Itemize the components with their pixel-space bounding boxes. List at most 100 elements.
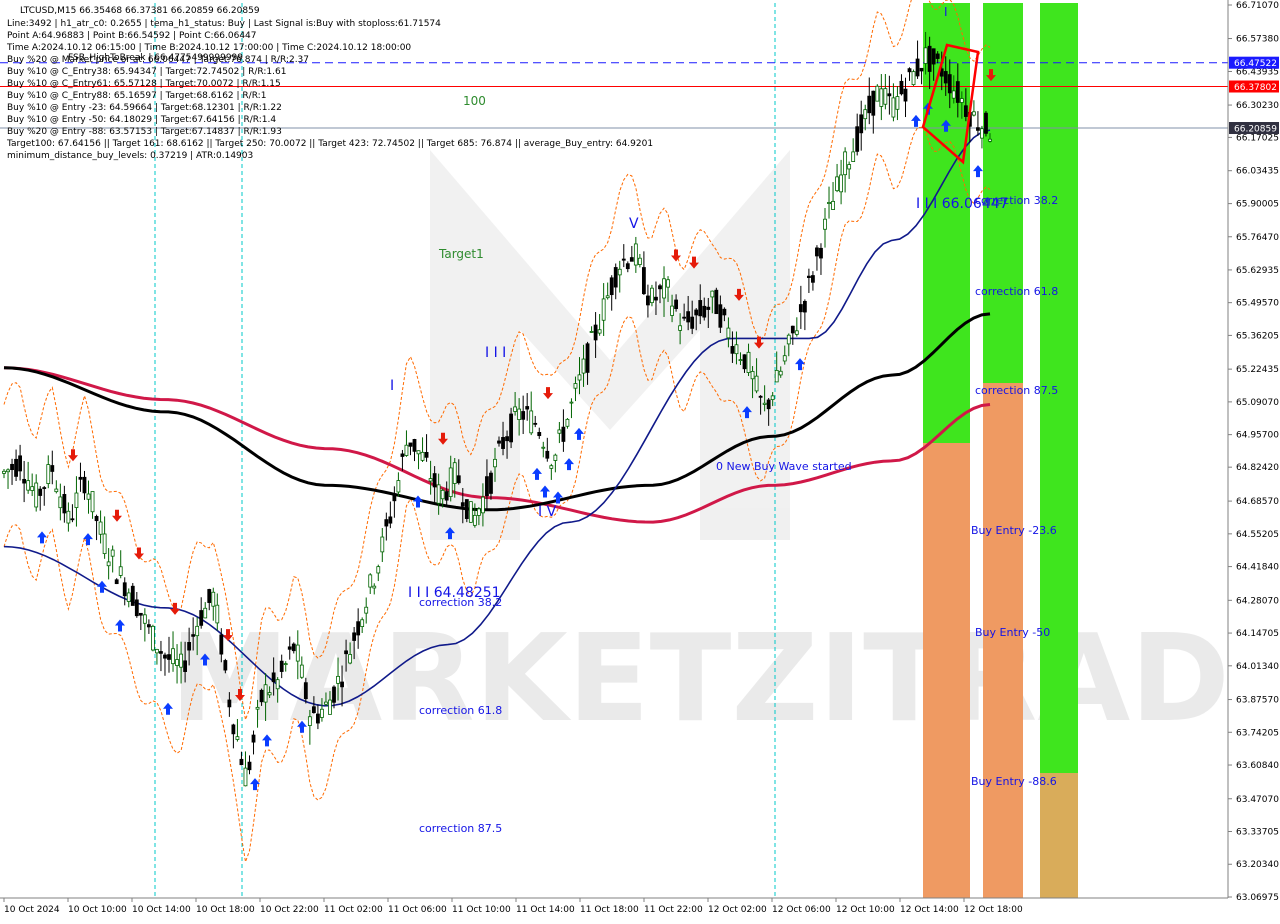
candle-body — [553, 454, 558, 461]
candle-body — [915, 58, 920, 77]
price-tick-label: 64.14705 — [1236, 629, 1279, 639]
candle-body — [778, 370, 783, 376]
candle-body — [460, 502, 465, 507]
candle-body — [625, 263, 630, 270]
candle-body — [38, 488, 43, 496]
candle-body — [505, 436, 509, 442]
candle-body — [895, 96, 900, 110]
candle-body — [585, 343, 590, 373]
wave-label-1: I — [390, 378, 394, 394]
candle-body — [110, 549, 115, 557]
price-tick-label: 63.47070 — [1236, 795, 1279, 805]
candle-body — [774, 370, 779, 383]
zone-tan-3 — [1040, 773, 1078, 898]
candle-body — [609, 277, 614, 296]
candle-body — [867, 95, 872, 114]
candle-body — [533, 422, 538, 425]
price-tick-label: 63.74205 — [1236, 728, 1279, 738]
candle-body — [50, 465, 55, 472]
candle-body — [311, 706, 316, 714]
candle-body — [529, 410, 534, 434]
candle-body — [537, 432, 542, 437]
info-line-5: Buy %10 @ C_Entry38: 65.94347 | Target:7… — [7, 67, 286, 77]
candle-body — [601, 298, 606, 321]
candle-body — [698, 300, 703, 317]
candle-body — [94, 516, 99, 522]
candle-body — [388, 516, 393, 524]
candle-body — [408, 442, 413, 447]
candle-body — [263, 684, 268, 703]
candle-body — [718, 304, 723, 328]
candle-body — [565, 418, 570, 427]
candle-body — [827, 202, 831, 204]
time-tick-label: 10 Oct 2024 — [4, 905, 60, 915]
info-line-10: Buy %20 @ Entry -88: 63.57153 | Target:6… — [7, 127, 282, 137]
candle-body — [758, 395, 763, 398]
candle-body — [243, 767, 248, 787]
candle-body — [815, 247, 819, 257]
candle-body — [275, 679, 280, 690]
candle-body — [464, 499, 469, 519]
time-tick-label: 12 Oct 06:00 — [772, 905, 831, 915]
candle-body — [541, 446, 546, 449]
candle-body — [396, 480, 401, 493]
candle-body — [14, 458, 18, 477]
candle-body — [806, 275, 811, 278]
candle-body — [650, 287, 654, 304]
candle-body — [694, 309, 699, 316]
time-tick-label: 11 Oct 14:00 — [516, 905, 575, 915]
candle-body — [702, 305, 707, 318]
candle-body — [641, 267, 646, 295]
time-tick-label: 12 Oct 02:00 — [708, 905, 767, 915]
price-tick-label: 63.87570 — [1236, 696, 1279, 706]
candle-body — [847, 164, 852, 170]
candle-body — [179, 653, 183, 668]
candle-body — [295, 644, 300, 662]
price-tick-label: 65.62935 — [1236, 266, 1279, 276]
candle-body — [517, 408, 522, 420]
candle-body — [26, 480, 31, 491]
candle-body — [259, 689, 264, 703]
candle-body — [287, 646, 292, 650]
candle-body — [62, 494, 67, 514]
candle-body — [513, 406, 518, 412]
label-correction-87-right: correction 87.5 — [975, 384, 1058, 397]
candle-body — [368, 574, 373, 588]
time-tick-label: 10 Oct 18:00 — [196, 905, 255, 915]
candle-body — [750, 371, 755, 380]
candle-body — [738, 359, 743, 362]
candle-body — [710, 290, 715, 298]
label-correction-38-right: correction 38.2 — [975, 194, 1058, 207]
candle-body — [674, 299, 678, 310]
candle-body — [416, 450, 421, 455]
info-line-6: Buy %10 @ C_Entry61: 65.57128 | Target:7… — [7, 79, 281, 89]
candle-body — [2, 470, 6, 474]
trading-chart[interactable]: MARKETZITRADE 100 Target1 I V I I I I V … — [0, 0, 1280, 920]
candle-body — [831, 200, 835, 210]
candle-body — [959, 98, 964, 103]
candle-body — [159, 651, 163, 654]
candle-body — [6, 469, 10, 473]
label-correction-61-left: correction 61.8 — [419, 704, 502, 717]
candle-body — [207, 589, 212, 603]
candle-body — [223, 660, 228, 671]
candle-body — [871, 90, 876, 116]
candle-body — [863, 109, 868, 120]
candle-body — [126, 592, 131, 602]
candle-body — [762, 402, 767, 405]
wave-label-top: I — [944, 5, 948, 19]
candle-body — [183, 660, 188, 672]
candle-body — [448, 467, 453, 497]
candle-body — [472, 514, 477, 526]
time-tick-label: 12 Oct 18:00 — [964, 905, 1023, 915]
price-tick-label: 65.76470 — [1236, 233, 1279, 243]
info-line-9: Buy %10 @ Entry -50: 64.18029 | Target:6… — [7, 115, 276, 125]
candle-body — [690, 316, 695, 329]
candle-body — [122, 582, 127, 597]
chart-canvas[interactable]: MARKETZITRADE 100 Target1 I V I I I I V … — [0, 0, 1280, 920]
time-tick-label: 10 Oct 10:00 — [68, 905, 127, 915]
info-line-3: Time A:2024.10.12 06:15:00 | Time B:2024… — [6, 43, 411, 53]
wave-label-4: I V — [538, 504, 557, 520]
candle-body — [646, 295, 650, 306]
candle-body — [782, 355, 787, 362]
